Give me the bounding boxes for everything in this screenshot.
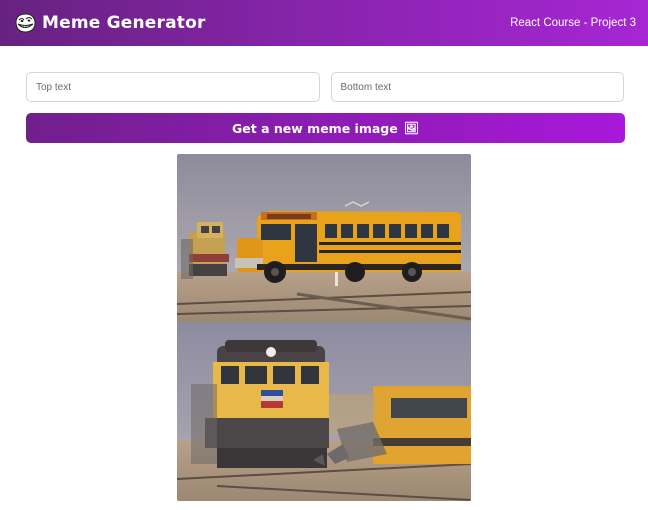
- brand: Meme Generator: [14, 13, 206, 33]
- troll-face-icon: [15, 13, 36, 33]
- framed-picture-icon: 🖼: [403, 121, 419, 135]
- course-label: React Course - Project 3: [510, 17, 636, 29]
- app-title: Meme Generator: [42, 13, 206, 33]
- meme-image: [177, 154, 471, 501]
- meme-form: Get a new meme image 🖼: [0, 46, 648, 143]
- meme-container: [0, 154, 648, 501]
- bottom-text-input[interactable]: [330, 72, 624, 102]
- meme-top-panel: [177, 154, 471, 322]
- new-meme-button[interactable]: Get a new meme image 🖼: [26, 113, 625, 143]
- top-text-input[interactable]: [26, 72, 320, 102]
- meme-bottom-panel: [177, 322, 471, 501]
- app-header: Meme Generator React Course - Project 3: [0, 0, 648, 46]
- text-inputs: [26, 72, 624, 102]
- new-meme-button-label: Get a new meme image: [232, 120, 398, 136]
